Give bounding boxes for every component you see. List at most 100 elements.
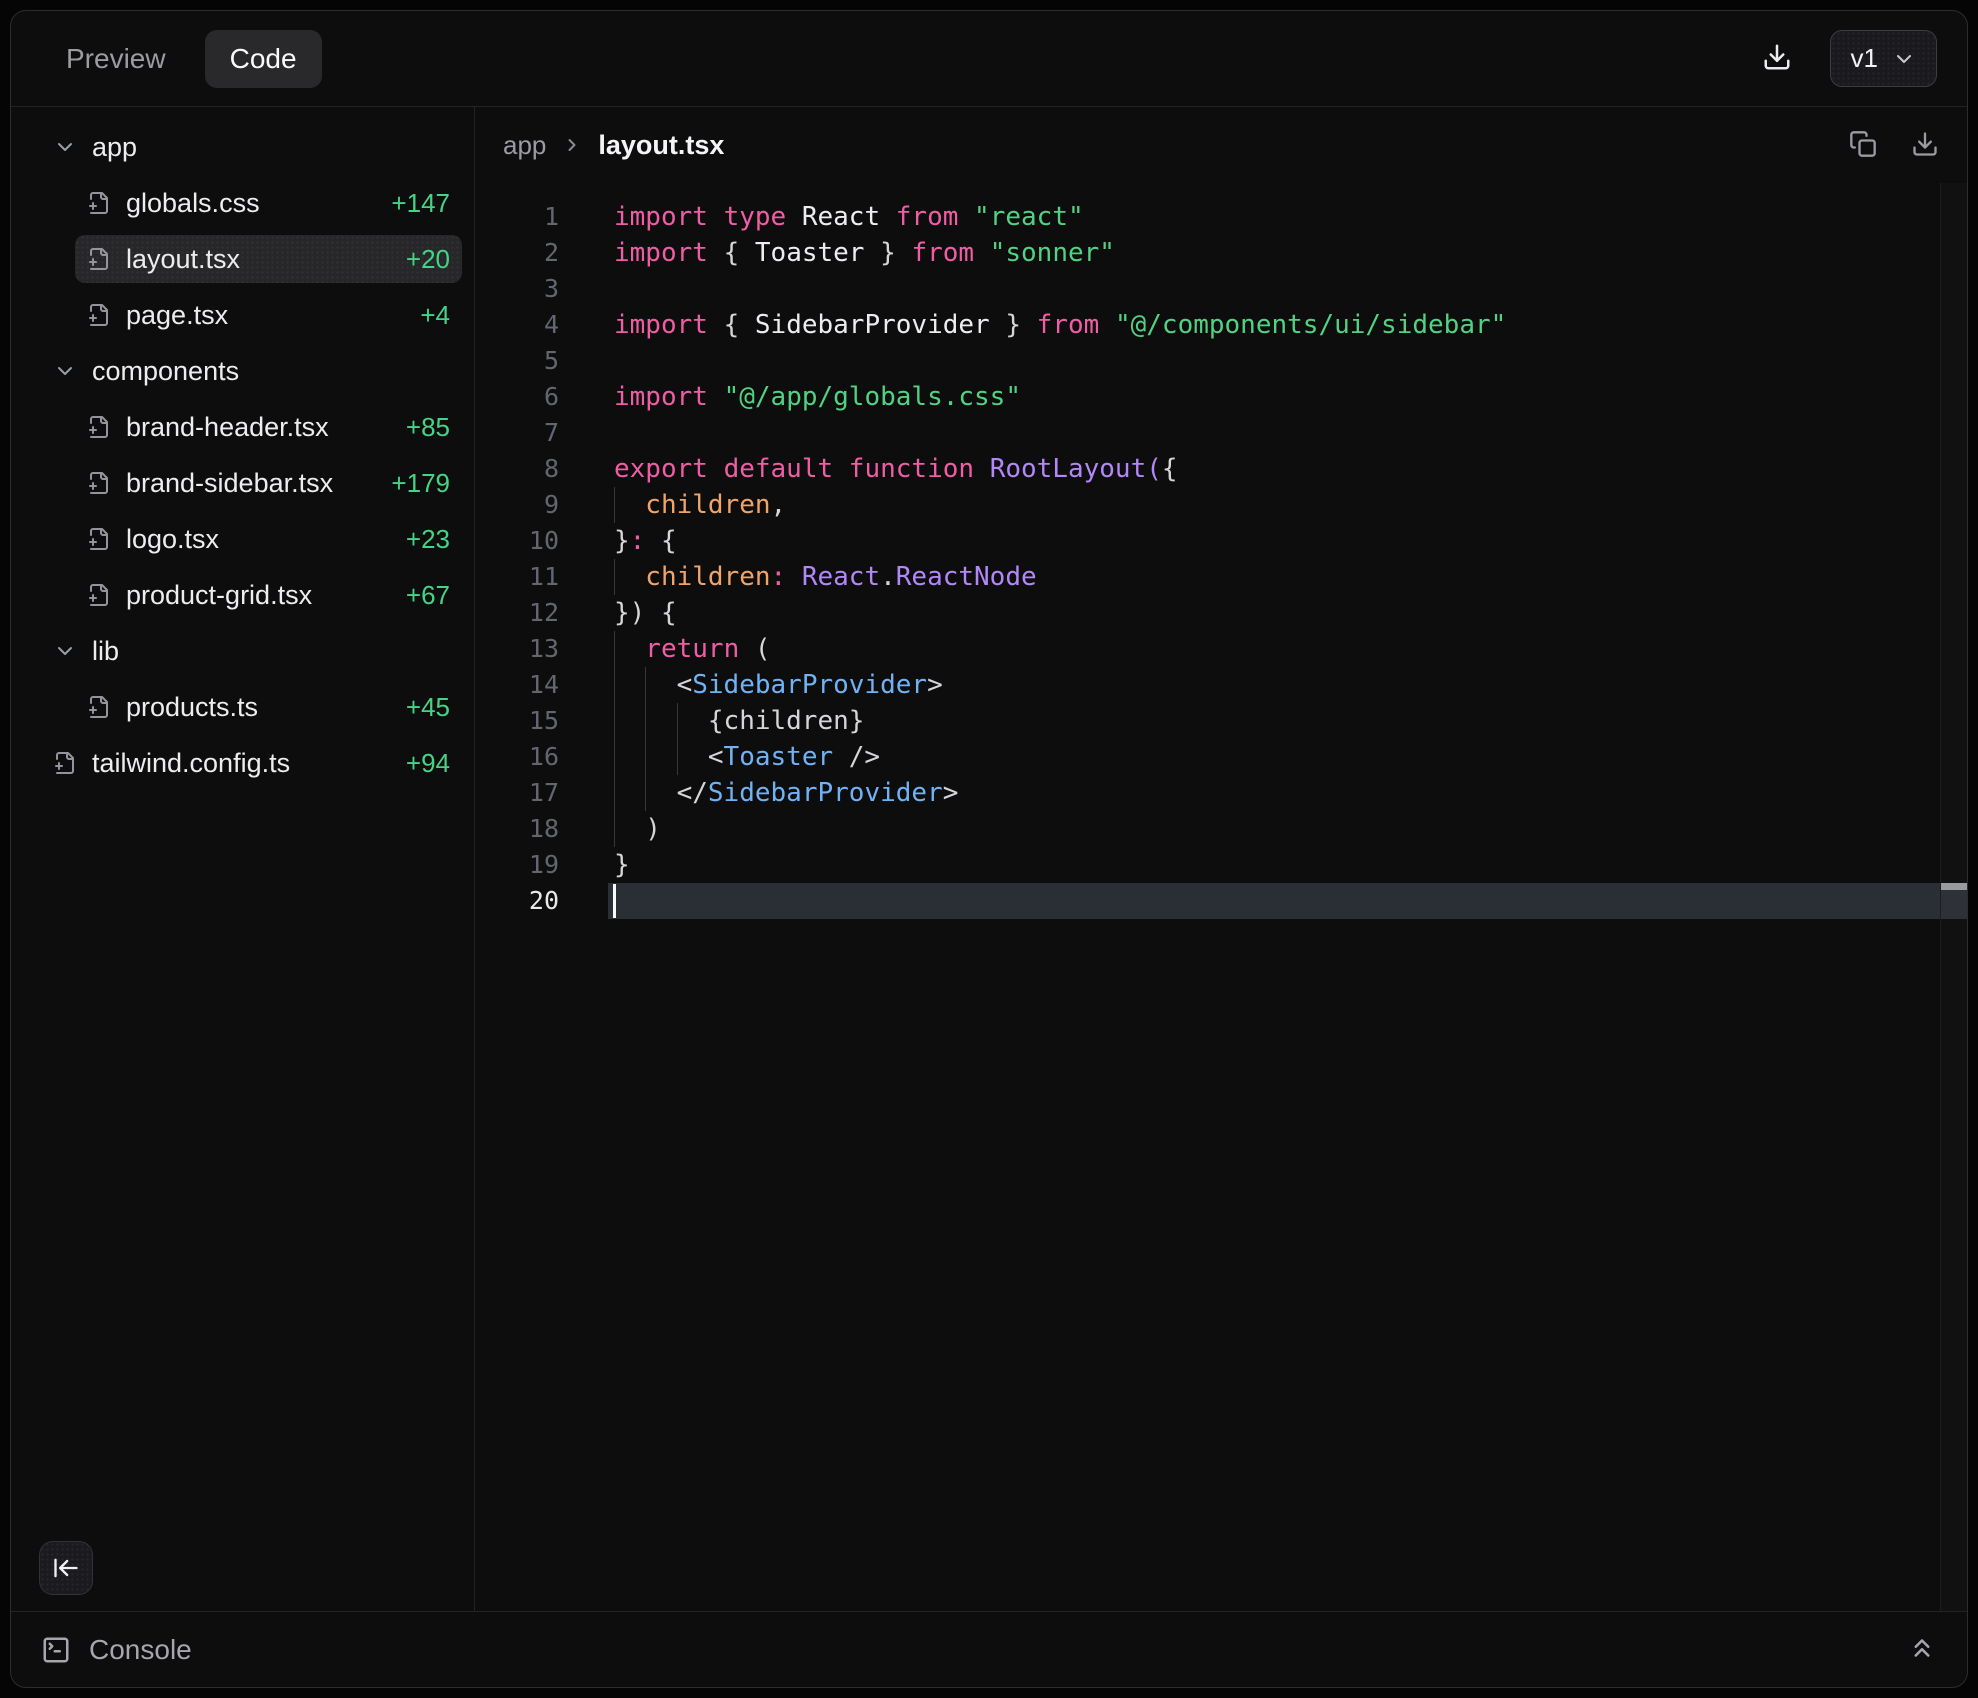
editor-scrollbar[interactable]: [1940, 183, 1967, 1611]
line-number: 11: [475, 559, 608, 595]
tree-folder-components[interactable]: components: [41, 347, 462, 395]
file-plus-icon: [87, 415, 111, 439]
code-line-content[interactable]: export default function RootLayout({: [608, 451, 1967, 487]
code-line-15: 15{children}: [475, 703, 1967, 739]
code-line-content[interactable]: <SidebarProvider>: [608, 667, 1967, 703]
code-editor[interactable]: 1import type React from "react"2import {…: [475, 183, 1967, 1611]
indent-guide: [614, 811, 645, 847]
code-line-6: 6import "@/app/globals.css": [475, 379, 1967, 415]
tree-item-label: page.tsx: [126, 300, 228, 331]
download-project-button[interactable]: [1762, 42, 1792, 75]
file-plus-icon: [87, 247, 111, 271]
code-line-content[interactable]: children,: [608, 487, 1967, 523]
code-line-9: 9children,: [475, 487, 1967, 523]
chevron-right-icon: [562, 135, 582, 155]
tab-code[interactable]: Code: [205, 30, 322, 88]
tree-item-label: tailwind.config.ts: [92, 748, 290, 779]
diff-added-count: +45: [396, 692, 450, 723]
tree-file-products.ts[interactable]: products.ts+45: [75, 683, 462, 731]
tab-preview[interactable]: Preview: [41, 30, 191, 88]
topbar: Preview Code v1: [11, 11, 1967, 107]
code-line-18: 18): [475, 811, 1967, 847]
code-line-content[interactable]: import { Toaster } from "sonner": [608, 235, 1967, 271]
code-line-3: 3: [475, 271, 1967, 307]
collapse-sidebar-button[interactable]: [39, 1541, 93, 1595]
file-plus-icon: [87, 695, 111, 719]
line-number: 4: [475, 307, 608, 343]
line-number: 6: [475, 379, 608, 415]
indent-guide: [677, 703, 708, 739]
terminal-icon: [41, 1635, 71, 1665]
code-line-content[interactable]: import { SidebarProvider } from "@/compo…: [608, 307, 1967, 343]
editor-pane: app layout.tsx: [475, 107, 1967, 1611]
expand-console-button[interactable]: [1907, 1633, 1937, 1666]
tree-folder-app[interactable]: app: [41, 123, 462, 171]
code-line-content[interactable]: return (: [608, 631, 1967, 667]
indent-guide: [614, 703, 645, 739]
code-line-content[interactable]: [608, 415, 1967, 451]
editor-actions: [1849, 130, 1939, 161]
code-line-13: 13return (: [475, 631, 1967, 667]
copy-icon: [1849, 130, 1877, 158]
diff-added-count: +23: [396, 524, 450, 555]
code-line-2: 2import { Toaster } from "sonner": [475, 235, 1967, 271]
code-line-16: 16<Toaster />: [475, 739, 1967, 775]
file-plus-icon: [87, 527, 111, 551]
code-line-content[interactable]: [608, 271, 1967, 307]
file-plus-icon: [87, 471, 111, 495]
tree-file-layout.tsx[interactable]: layout.tsx+20: [75, 235, 462, 283]
code-line-content[interactable]: import type React from "react": [608, 199, 1967, 235]
indent-guide: [645, 703, 676, 739]
tree-item-label: app: [92, 132, 137, 163]
code-line-1: 1import type React from "react": [475, 199, 1967, 235]
indent-guide: [645, 739, 676, 775]
file-plus-icon: [87, 583, 111, 607]
diff-added-count: +179: [381, 468, 450, 499]
tree-file-globals.css[interactable]: globals.css +147: [75, 179, 462, 227]
line-number: 12: [475, 595, 608, 631]
tree-file-tailwind.config.ts[interactable]: tailwind.config.ts+94: [41, 739, 462, 787]
code-line-14: 14<SidebarProvider>: [475, 667, 1967, 703]
code-line-content[interactable]: import "@/app/globals.css": [608, 379, 1967, 415]
diff-added-count: +147: [381, 188, 450, 219]
code-line-content[interactable]: ): [608, 811, 1967, 847]
code-line-11: 11children: React.ReactNode: [475, 559, 1967, 595]
tree-file-page.tsx[interactable]: page.tsx +4: [75, 291, 462, 339]
breadcrumb-folder[interactable]: app: [503, 130, 546, 161]
code-line-10: 10}: {: [475, 523, 1967, 559]
code-line-4: 4import { SidebarProvider } from "@/comp…: [475, 307, 1967, 343]
code-line-content[interactable]: children: React.ReactNode: [608, 559, 1967, 595]
tree-file-logo.tsx[interactable]: logo.tsx+23: [75, 515, 462, 563]
diff-added-count: +20: [396, 244, 450, 275]
code-line-content[interactable]: </SidebarProvider>: [608, 775, 1967, 811]
code-line-content[interactable]: }: {: [608, 523, 1967, 559]
indent-guide: [614, 667, 645, 703]
copy-code-button[interactable]: [1849, 130, 1877, 161]
tree-file-brand-header.tsx[interactable]: brand-header.tsx+85: [75, 403, 462, 451]
code-line-8: 8export default function RootLayout({: [475, 451, 1967, 487]
tree-item-label: globals.css: [126, 188, 260, 219]
version-dropdown[interactable]: v1: [1830, 30, 1937, 87]
diff-added-count: +4: [410, 300, 450, 331]
tree-folder-lib[interactable]: lib: [41, 627, 462, 675]
tree-file-product-grid.tsx[interactable]: product-grid.tsx+67: [75, 571, 462, 619]
text-cursor: [613, 884, 616, 918]
chevron-down-icon: [53, 135, 77, 159]
code-line-content[interactable]: <Toaster />: [608, 739, 1967, 775]
tree-file-brand-sidebar.tsx[interactable]: brand-sidebar.tsx +179: [75, 459, 462, 507]
download-icon: [1762, 42, 1792, 72]
main-split: app globals.css +147 layout.tsx+20 page.tsx +…: [11, 107, 1967, 1611]
code-line-content[interactable]: {children}: [608, 703, 1967, 739]
line-number: 19: [475, 847, 608, 883]
line-number: 13: [475, 631, 608, 667]
chevron-down-icon: [1892, 47, 1916, 71]
tree-item-label: brand-sidebar.tsx: [126, 468, 333, 499]
download-file-button[interactable]: [1911, 130, 1939, 161]
code-line-content[interactable]: [608, 883, 1967, 919]
code-line-content[interactable]: [608, 343, 1967, 379]
diff-added-count: +67: [396, 580, 450, 611]
code-line-content[interactable]: }: [608, 847, 1967, 883]
code-line-20: 20: [475, 883, 1967, 919]
console-bar[interactable]: Console: [11, 1611, 1967, 1687]
code-line-content[interactable]: }) {: [608, 595, 1967, 631]
